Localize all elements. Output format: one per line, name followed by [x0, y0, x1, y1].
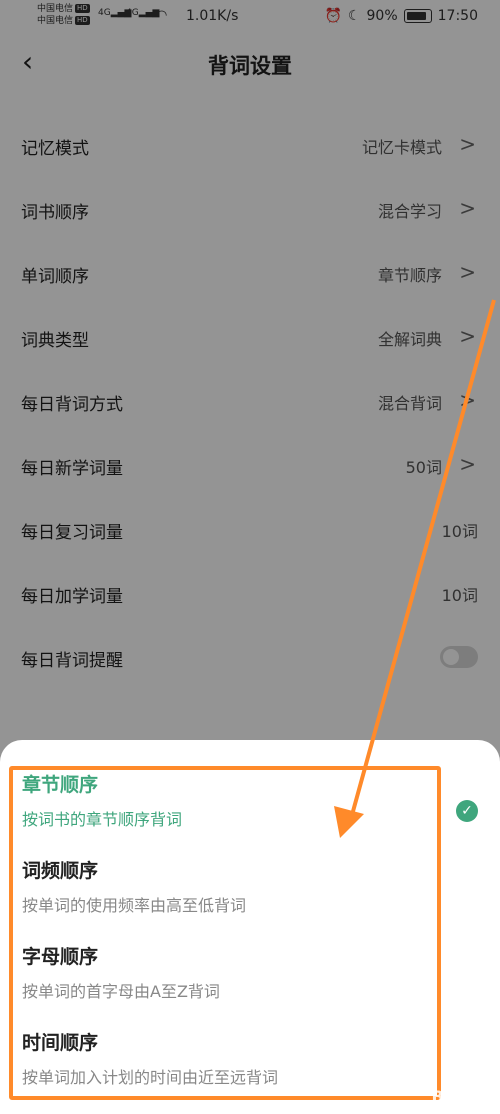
annotation-arrow-shaft — [350, 299, 496, 816]
annotation-arrow — [334, 299, 496, 838]
watermark: Bai经验 — [431, 1087, 492, 1106]
annotation-arrow-head — [334, 806, 364, 838]
